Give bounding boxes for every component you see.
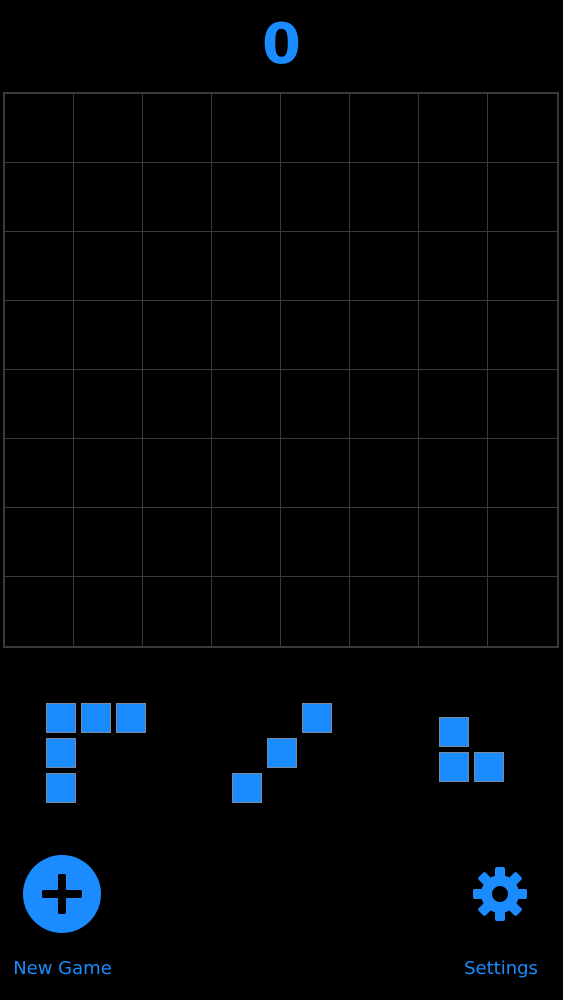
board-cell[interactable] (212, 508, 281, 577)
board-cell[interactable] (488, 577, 557, 647)
board-cell[interactable] (419, 439, 488, 508)
board-cell[interactable] (74, 301, 143, 370)
board-row (5, 163, 557, 232)
board-cell[interactable] (281, 94, 350, 163)
gear-icon (473, 867, 527, 921)
piece-block (439, 752, 469, 782)
settings-label[interactable]: Settings (440, 958, 562, 979)
board-cell[interactable] (488, 301, 557, 370)
board-cell[interactable] (143, 577, 212, 647)
piece-block (46, 703, 76, 733)
board-cell[interactable] (74, 163, 143, 232)
piece-block (474, 752, 504, 782)
board-cell[interactable] (281, 577, 350, 647)
board-cell[interactable] (212, 163, 281, 232)
board-cell[interactable] (281, 163, 350, 232)
new-game-label[interactable]: New Game (0, 958, 125, 979)
board-cell[interactable] (488, 94, 557, 163)
board-cell[interactable] (212, 94, 281, 163)
board-row (5, 508, 557, 577)
board-cell[interactable] (350, 370, 419, 439)
board-cell[interactable] (281, 439, 350, 508)
board-cell[interactable] (5, 301, 74, 370)
plus-icon (42, 874, 82, 914)
board-cell[interactable] (74, 577, 143, 647)
board-cell[interactable] (419, 94, 488, 163)
board-cell[interactable] (212, 439, 281, 508)
piece-block (302, 703, 332, 733)
board-cell[interactable] (350, 577, 419, 647)
piece-block (267, 738, 297, 768)
board-cell[interactable] (281, 508, 350, 577)
game-screen: 0 New Game Settings (0, 0, 563, 1000)
board-cell[interactable] (350, 508, 419, 577)
board-cell[interactable] (74, 370, 143, 439)
piece-block (46, 773, 76, 803)
board-cell[interactable] (74, 232, 143, 301)
board-cell[interactable] (212, 577, 281, 647)
board-cell[interactable] (419, 508, 488, 577)
board-cell[interactable] (419, 163, 488, 232)
board-cell[interactable] (350, 163, 419, 232)
piece-block (46, 738, 76, 768)
board-row (5, 301, 557, 370)
new-game-button[interactable] (23, 855, 101, 933)
board-row (5, 94, 557, 163)
board-cell[interactable] (281, 301, 350, 370)
board-cell[interactable] (281, 232, 350, 301)
board-cell[interactable] (143, 508, 212, 577)
game-board[interactable] (3, 92, 559, 648)
board-cell[interactable] (143, 232, 212, 301)
board-cell[interactable] (350, 301, 419, 370)
piece-block (116, 703, 146, 733)
board-cell[interactable] (350, 94, 419, 163)
board-cell[interactable] (350, 439, 419, 508)
settings-button[interactable] (472, 866, 528, 922)
board-cell[interactable] (5, 94, 74, 163)
board-cell[interactable] (74, 94, 143, 163)
piece-block (81, 703, 111, 733)
board-cell[interactable] (488, 163, 557, 232)
board-cell[interactable] (5, 577, 74, 647)
board-cell[interactable] (488, 232, 557, 301)
board-cell[interactable] (419, 370, 488, 439)
board-cell[interactable] (419, 301, 488, 370)
score-display: 0 (262, 12, 301, 77)
board-cell[interactable] (143, 370, 212, 439)
board-row (5, 232, 557, 301)
board-row (5, 577, 557, 647)
board-cell[interactable] (419, 577, 488, 647)
board-cell[interactable] (5, 370, 74, 439)
board-cell[interactable] (5, 508, 74, 577)
board-cell[interactable] (5, 439, 74, 508)
board-cell[interactable] (350, 232, 419, 301)
board-cell[interactable] (488, 439, 557, 508)
board-cell[interactable] (74, 508, 143, 577)
board-cell[interactable] (419, 232, 488, 301)
board-cell[interactable] (143, 439, 212, 508)
board-cell[interactable] (143, 94, 212, 163)
board-cell[interactable] (212, 232, 281, 301)
piece-block (439, 717, 469, 747)
board-cell[interactable] (143, 301, 212, 370)
board-row (5, 370, 557, 439)
board-cell[interactable] (143, 163, 212, 232)
board-cell[interactable] (281, 370, 350, 439)
board-cell[interactable] (5, 232, 74, 301)
board-cell[interactable] (74, 439, 143, 508)
board-cell[interactable] (488, 370, 557, 439)
board-cell[interactable] (5, 163, 74, 232)
board-cell[interactable] (212, 370, 281, 439)
board-cell[interactable] (212, 301, 281, 370)
piece-block (232, 773, 262, 803)
board-row (5, 439, 557, 508)
board-cell[interactable] (488, 508, 557, 577)
